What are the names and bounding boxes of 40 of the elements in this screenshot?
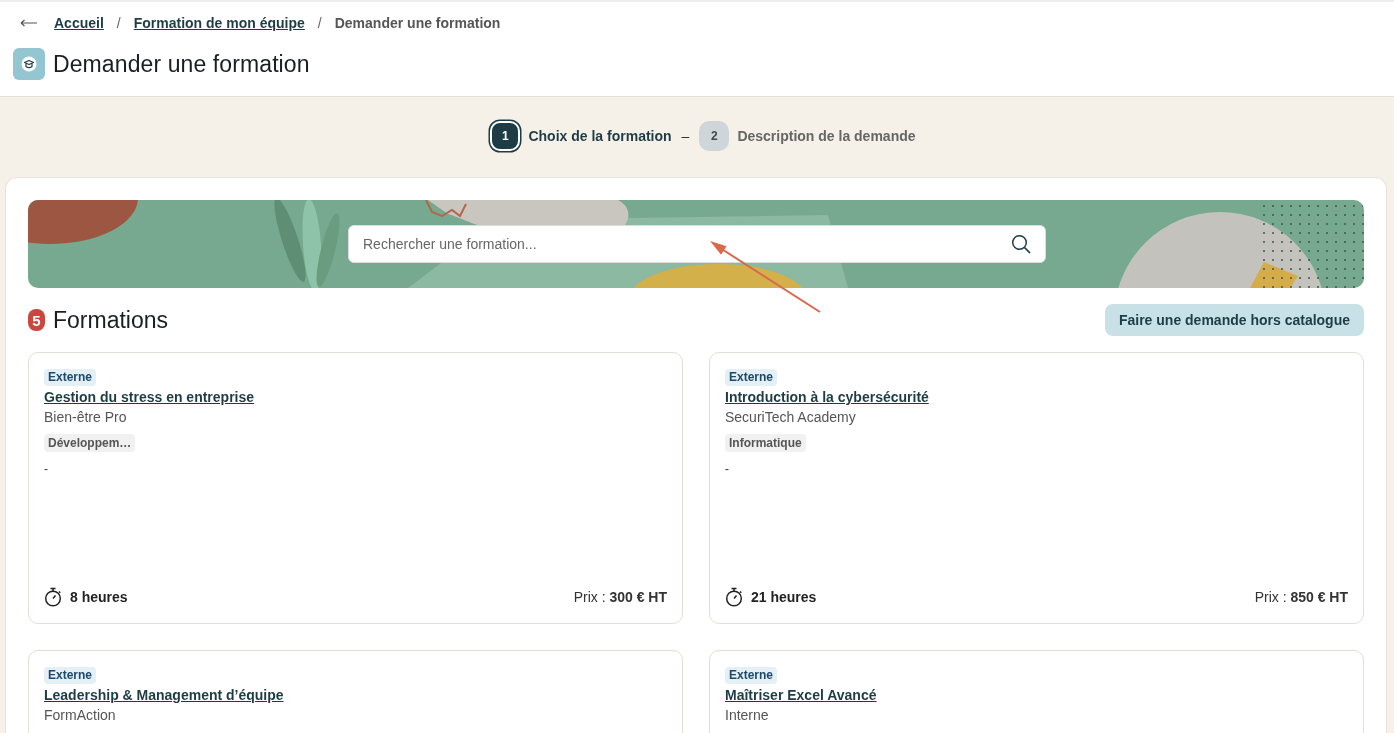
type-badge: Externe <box>44 369 97 386</box>
count-badge: 5 <box>28 309 45 331</box>
page-title: Demander une formation <box>53 50 310 78</box>
price-text: Prix : 850 € HT <box>1254 589 1348 605</box>
breadcrumb-separator: / <box>116 15 121 31</box>
step-label: Choix de la formation <box>528 128 672 144</box>
provider-text: FormAction <box>44 706 116 724</box>
search-field[interactable]: Rechercher une formation... <box>348 225 1046 263</box>
step-number: 2 <box>699 121 730 151</box>
duration-text: 8 heures <box>70 589 128 605</box>
section-title: Formations <box>53 306 169 334</box>
description-text: - <box>725 462 729 476</box>
training-title-link[interactable]: Leadership & Management d’équipe <box>44 686 284 704</box>
type-badge: Externe <box>725 369 778 386</box>
breadcrumb-link[interactable]: Accueil <box>54 15 104 31</box>
duration-text: 21 heures <box>751 589 817 605</box>
breadcrumb-current: Demander une formation <box>334 15 501 31</box>
type-badge: Externe <box>44 667 97 684</box>
training-title-link[interactable]: Maîtriser Excel Avancé <box>725 686 877 704</box>
stopwatch-icon <box>44 587 62 607</box>
training-title-link[interactable]: Gestion du stress en entreprise <box>44 388 255 406</box>
provider-text: Bien-être Pro <box>44 408 127 426</box>
step-separator: – <box>681 128 690 144</box>
description-text: - <box>44 462 48 476</box>
breadcrumb-separator: / <box>317 15 322 31</box>
type-badge: Externe <box>725 667 778 684</box>
price-text: Prix : 300 € HT <box>573 589 667 605</box>
training-title-link[interactable]: Introduction à la cybersécurité <box>725 388 929 406</box>
back-arrow-icon[interactable] <box>20 19 38 27</box>
provider-text: SecuriTech Academy <box>725 408 856 426</box>
category-tag: Développem… <box>44 434 136 452</box>
stopwatch-icon <box>725 587 743 607</box>
graduation-cap-icon <box>13 48 45 80</box>
category-tag: Informatique <box>725 434 806 452</box>
breadcrumb-link[interactable]: Formation de mon équipe <box>133 15 305 31</box>
search-icon[interactable] <box>1011 234 1031 254</box>
provider-text: Interne <box>725 706 769 724</box>
step-label: Description de la demande <box>737 128 916 144</box>
off-catalogue-request-button[interactable]: Faire une demande hors catalogue <box>1104 304 1364 336</box>
step-number: 1 <box>490 121 521 151</box>
